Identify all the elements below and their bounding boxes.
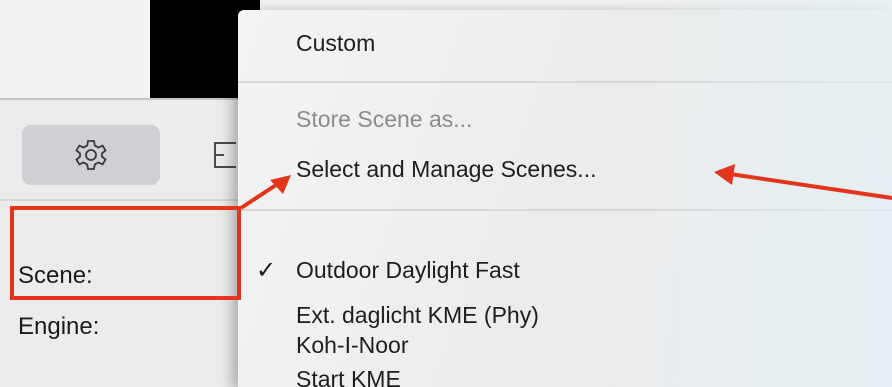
arrow-from-right-line — [729, 172, 892, 200]
arrow-to-select-line — [239, 181, 281, 210]
annotation-arrows — [239, 164, 892, 210]
arrow-from-right-head — [714, 164, 735, 185]
